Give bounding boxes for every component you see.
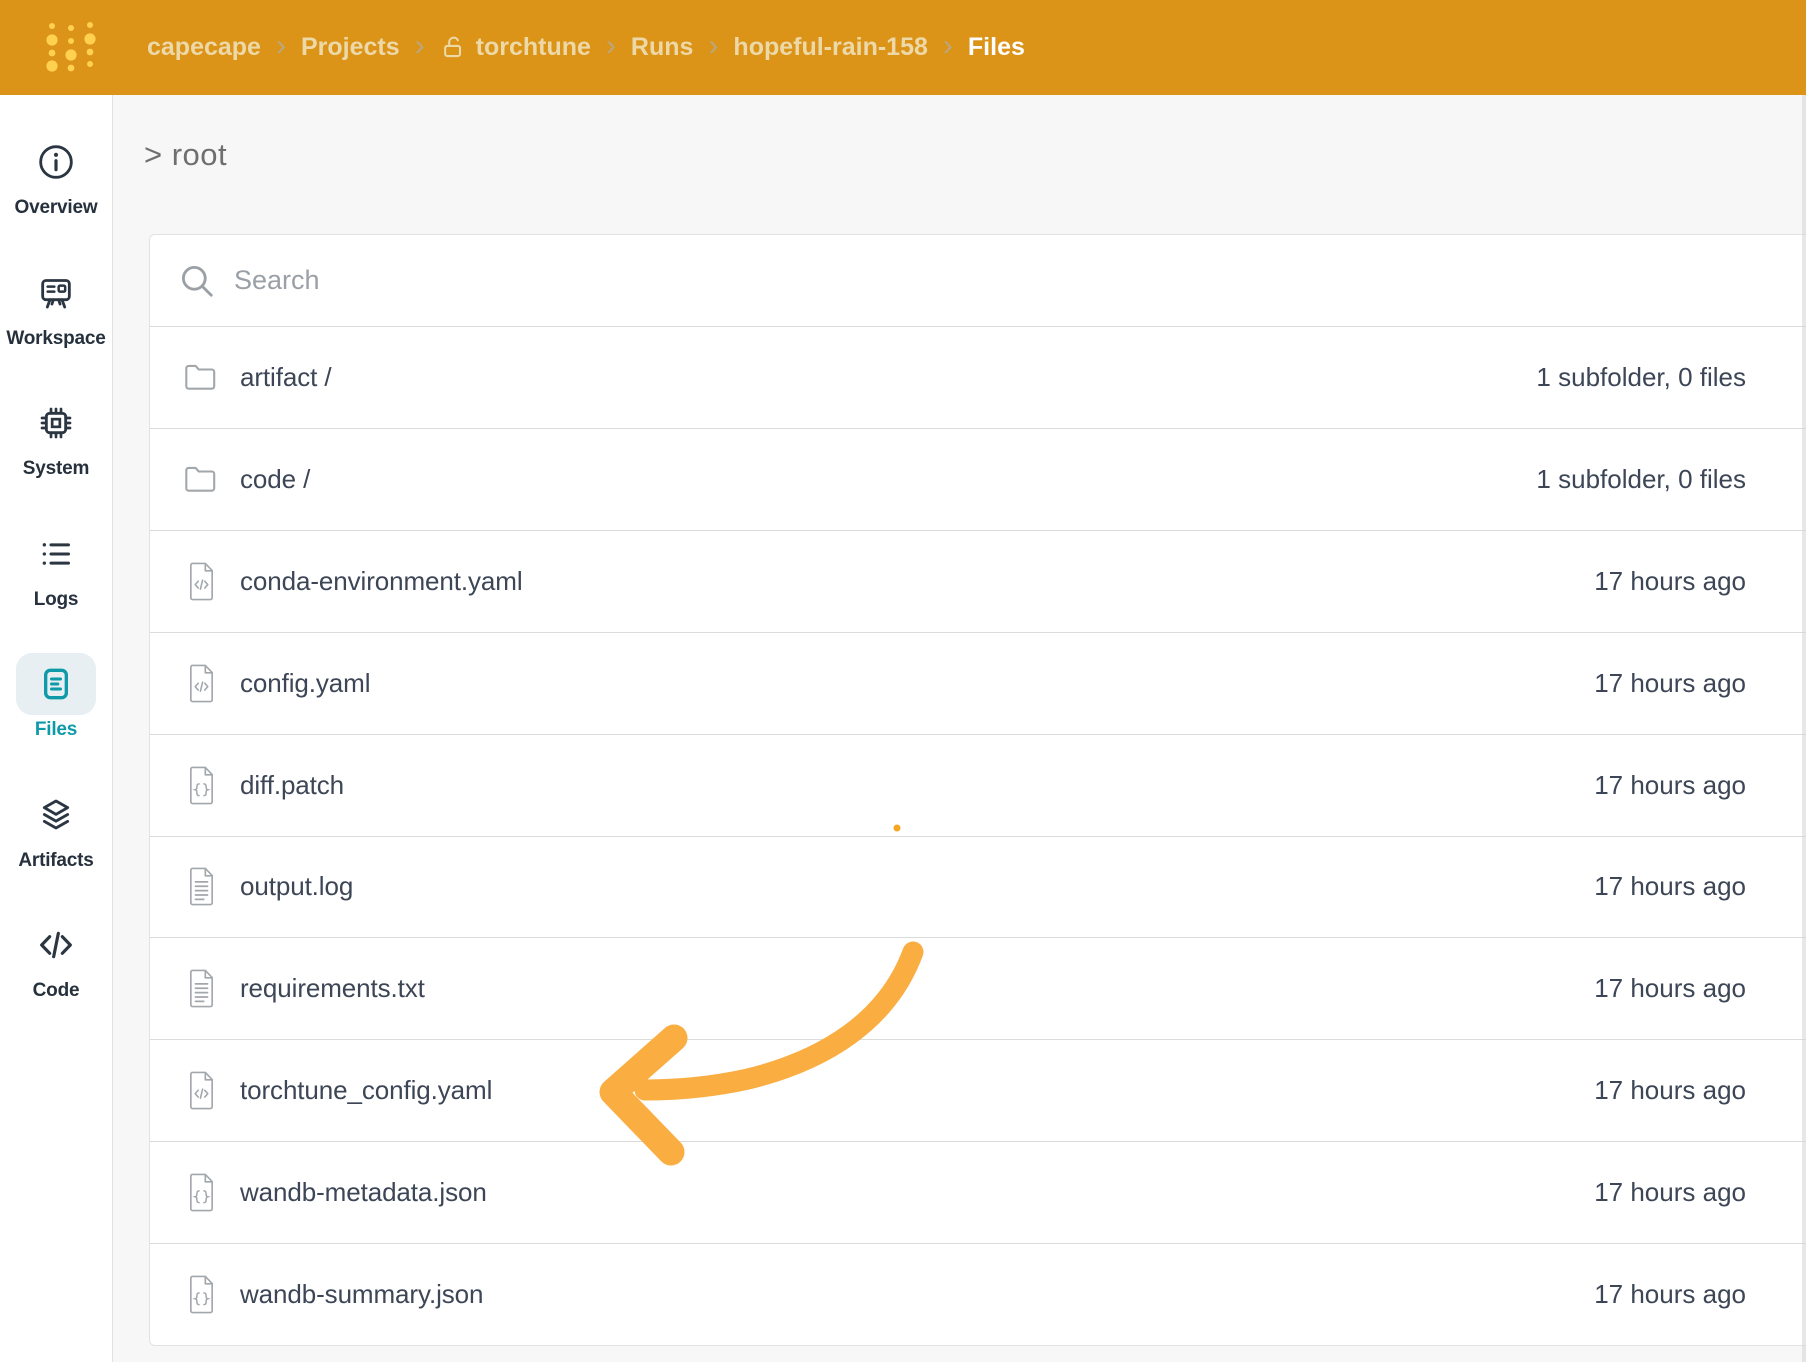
breadcrumb-separator: › — [275, 28, 286, 62]
file-name: diff.patch — [240, 769, 345, 800]
search-icon — [178, 262, 216, 300]
file-name: conda-environment.yaml — [240, 565, 523, 596]
file-row[interactable]: diff.patch 17 hours ago — [150, 733, 1806, 836]
files-icon — [36, 664, 76, 704]
breadcrumb-item-torchtune[interactable]: torchtune — [440, 33, 591, 62]
json-file-icon — [182, 763, 220, 807]
file-name: output.log — [240, 871, 354, 902]
sidebar-item-logs[interactable]: Logs — [0, 523, 112, 611]
wandb-logo[interactable] — [38, 17, 100, 79]
app-header: capecape › Projects › torchtune › Runs › hopeful… — [0, 0, 1806, 95]
breadcrumb-item-projects[interactable]: Projects — [301, 33, 400, 62]
file-name: torchtune_config.yaml — [240, 1075, 493, 1106]
sidebar-item-overview[interactable]: Overview — [0, 131, 112, 219]
breadcrumb-label: capecape — [147, 33, 261, 61]
path-heading: > root — [144, 137, 228, 172]
breadcrumb-separator: › — [708, 28, 719, 62]
breadcrumb-item-files[interactable]: Files — [968, 33, 1025, 62]
search-input[interactable] — [232, 264, 1746, 297]
file-row[interactable]: wandb-summary.json 17 hours ago — [150, 1243, 1806, 1345]
json-file-icon — [182, 1273, 220, 1317]
file-meta: 17 hours ago — [1594, 871, 1746, 902]
sidebar-item-label: Workspace — [6, 327, 106, 349]
file-name: wandb-metadata.json — [240, 1177, 487, 1208]
json-file-icon — [182, 1171, 220, 1215]
sidebar-item-label: System — [22, 458, 90, 479]
breadcrumb-separator: › — [605, 28, 616, 62]
code-file-icon — [182, 559, 220, 603]
breadcrumb-label: Files — [967, 33, 1025, 61]
breadcrumb-label: Runs — [630, 33, 694, 61]
file-row[interactable]: output.log 17 hours ago — [150, 835, 1806, 938]
file-meta: 17 hours ago — [1594, 769, 1746, 800]
logs-icon — [36, 534, 76, 574]
file-meta: 17 hours ago — [1594, 565, 1746, 596]
file-browser-panel: artifact / 1 subfolder, 0 files code / 1… — [149, 234, 1806, 1346]
file-meta: 1 subfolder, 0 files — [1536, 463, 1746, 494]
file-meta: 17 hours ago — [1594, 1177, 1746, 1208]
file-meta: 17 hours ago — [1594, 667, 1746, 698]
breadcrumb-label: torchtune — [475, 33, 591, 61]
code-file-icon — [182, 1069, 220, 1113]
sidebar-item-label: Files — [34, 719, 78, 740]
text-file-icon — [182, 967, 220, 1011]
sidebar-item-label: Artifacts — [18, 849, 94, 871]
lock-open-icon — [440, 34, 467, 61]
code-file-icon — [182, 661, 220, 705]
breadcrumb-separator: › — [942, 28, 953, 62]
breadcrumb-item-runs[interactable]: Runs — [631, 33, 694, 62]
file-row[interactable]: requirements.txt 17 hours ago — [150, 937, 1806, 1040]
main-content: > root artifact / 1 subfolder, 0 files c… — [114, 95, 1806, 1362]
breadcrumb-item-capecape[interactable]: capecape — [147, 33, 261, 62]
breadcrumb-label: Projects — [300, 33, 400, 61]
breadcrumb-separator: › — [414, 28, 425, 62]
sidebar-item-files[interactable]: Files — [0, 653, 112, 741]
file-name: requirements.txt — [240, 973, 425, 1004]
system-icon — [36, 403, 76, 443]
file-meta: 17 hours ago — [1594, 1075, 1746, 1106]
file-name: code / — [240, 463, 311, 494]
sidebar-item-label: Overview — [14, 197, 98, 218]
sidebar-item-label: Logs — [33, 588, 79, 610]
file-row[interactable]: config.yaml 17 hours ago — [150, 631, 1806, 734]
file-name: artifact / — [240, 361, 332, 392]
run-sidebar: Overview Workspace System Logs Files Art… — [0, 95, 113, 1362]
folder-icon — [182, 355, 220, 399]
file-row[interactable]: code / 1 subfolder, 0 files — [150, 427, 1806, 530]
search-row — [150, 235, 1806, 326]
file-row[interactable]: wandb-metadata.json 17 hours ago — [150, 1141, 1806, 1244]
info-icon — [36, 142, 76, 182]
sidebar-item-artifacts[interactable]: Artifacts — [0, 784, 112, 872]
text-file-icon — [182, 865, 220, 909]
artifacts-icon — [36, 795, 76, 835]
sidebar-item-workspace[interactable]: Workspace — [0, 262, 112, 350]
file-name: wandb-summary.json — [240, 1279, 484, 1310]
file-meta: 17 hours ago — [1594, 1279, 1746, 1310]
file-row[interactable]: artifact / 1 subfolder, 0 files — [150, 326, 1806, 428]
code-icon — [36, 925, 76, 965]
file-row[interactable]: torchtune_config.yaml 17 hours ago — [150, 1039, 1806, 1142]
sidebar-item-label: Code — [32, 980, 80, 1001]
sidebar-item-code[interactable]: Code — [0, 914, 112, 1002]
breadcrumb-label: hopeful-rain-158 — [733, 33, 928, 61]
file-meta: 1 subfolder, 0 files — [1536, 361, 1746, 392]
file-meta: 17 hours ago — [1594, 973, 1746, 1004]
scrollbar[interactable] — [1802, 95, 1806, 1362]
file-name: config.yaml — [240, 667, 371, 698]
breadcrumb: capecape › Projects › torchtune › Runs › hopeful… — [147, 28, 1025, 63]
folder-icon — [182, 457, 220, 501]
breadcrumb-item-hopeful-rain-158[interactable]: hopeful-rain-158 — [733, 33, 927, 62]
file-row[interactable]: conda-environment.yaml 17 hours ago — [150, 529, 1806, 632]
sidebar-item-system[interactable]: System — [0, 392, 112, 480]
workspace-icon — [36, 273, 76, 313]
